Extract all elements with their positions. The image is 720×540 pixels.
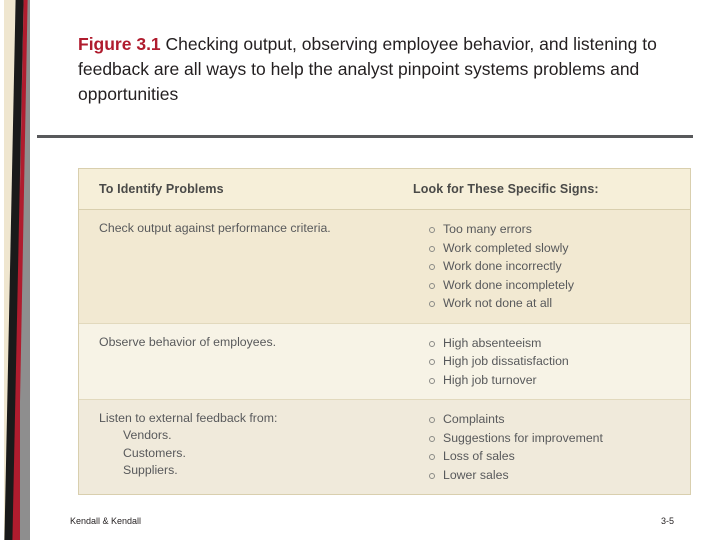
list-item: Loss of sales (429, 447, 680, 466)
list-item: Complaints (429, 410, 680, 429)
page-title: Figure 3.1 Checking output, observing em… (78, 32, 692, 107)
band-left-white-edge (0, 0, 4, 540)
decorative-side-band (0, 0, 34, 540)
table-header-cell-left: To Identify Problems (79, 169, 393, 209)
table-cell-problem: Listen to external feedback from: Vendor… (79, 400, 393, 494)
table-row: Observe behavior of employees. High abse… (79, 323, 690, 400)
list-item: Work not done at all (429, 294, 680, 313)
table-cell-problem: Observe behavior of employees. (79, 324, 393, 400)
table-row: Check output against performance criteri… (79, 210, 690, 324)
list-item: Work completed slowly (429, 239, 680, 258)
list-item: Suppliers. (123, 463, 178, 477)
table-cell-signs: Too many errors Work completed slowly Wo… (393, 210, 690, 323)
title-divider (37, 135, 693, 138)
band-right-white-edge (30, 0, 34, 540)
table-row: Listen to external feedback from: Vendor… (79, 400, 690, 494)
table-cell-signs: High absenteeism High job dissatisfactio… (393, 324, 690, 400)
column-header-specific-signs: Look for These Specific Signs: (413, 182, 599, 196)
signs-list: High absenteeism High job dissatisfactio… (413, 334, 680, 390)
list-item: High job turnover (429, 371, 680, 390)
list-item: High absenteeism (429, 334, 680, 353)
feedback-source-list: Vendors. Customers. Suppliers. (99, 427, 379, 480)
list-item: Too many errors (429, 220, 680, 239)
band-black-swoosh (4, 0, 28, 540)
list-item: High job dissatisfaction (429, 352, 680, 371)
problem-text: Check output against performance criteri… (99, 221, 331, 235)
problem-text: Observe behavior of employees. (99, 334, 277, 349)
slide-title-block: Figure 3.1 Checking output, observing em… (78, 32, 692, 107)
list-item: Work done incorrectly (429, 257, 680, 276)
list-item: Work done incompletely (429, 276, 680, 295)
list-item: Customers. (123, 445, 186, 460)
footer-author: Kendall & Kendall (70, 516, 142, 526)
footer-slide-number: 3-5 (661, 516, 675, 526)
signs-list: Complaints Suggestions for improvement L… (413, 410, 680, 484)
figure-label: Figure 3.1 (78, 34, 161, 54)
figure-table: To Identify Problems Look for These Spec… (78, 168, 691, 495)
table-header-cell-right: Look for These Specific Signs: (393, 169, 690, 209)
list-item: Vendors. (123, 428, 172, 442)
table-cell-signs: Complaints Suggestions for improvement L… (393, 400, 690, 494)
list-item: Suggestions for improvement (429, 429, 680, 448)
list-item: Lower sales (429, 466, 680, 485)
column-header-identify-problems: To Identify Problems (99, 182, 224, 196)
problem-text: Listen to external feedback from: (99, 411, 278, 425)
table-cell-problem: Check output against performance criteri… (79, 210, 393, 323)
figure-caption: Checking output, observing employee beha… (78, 34, 657, 104)
table-header-row: To Identify Problems Look for These Spec… (79, 169, 690, 210)
signs-list: Too many errors Work completed slowly Wo… (413, 220, 680, 313)
